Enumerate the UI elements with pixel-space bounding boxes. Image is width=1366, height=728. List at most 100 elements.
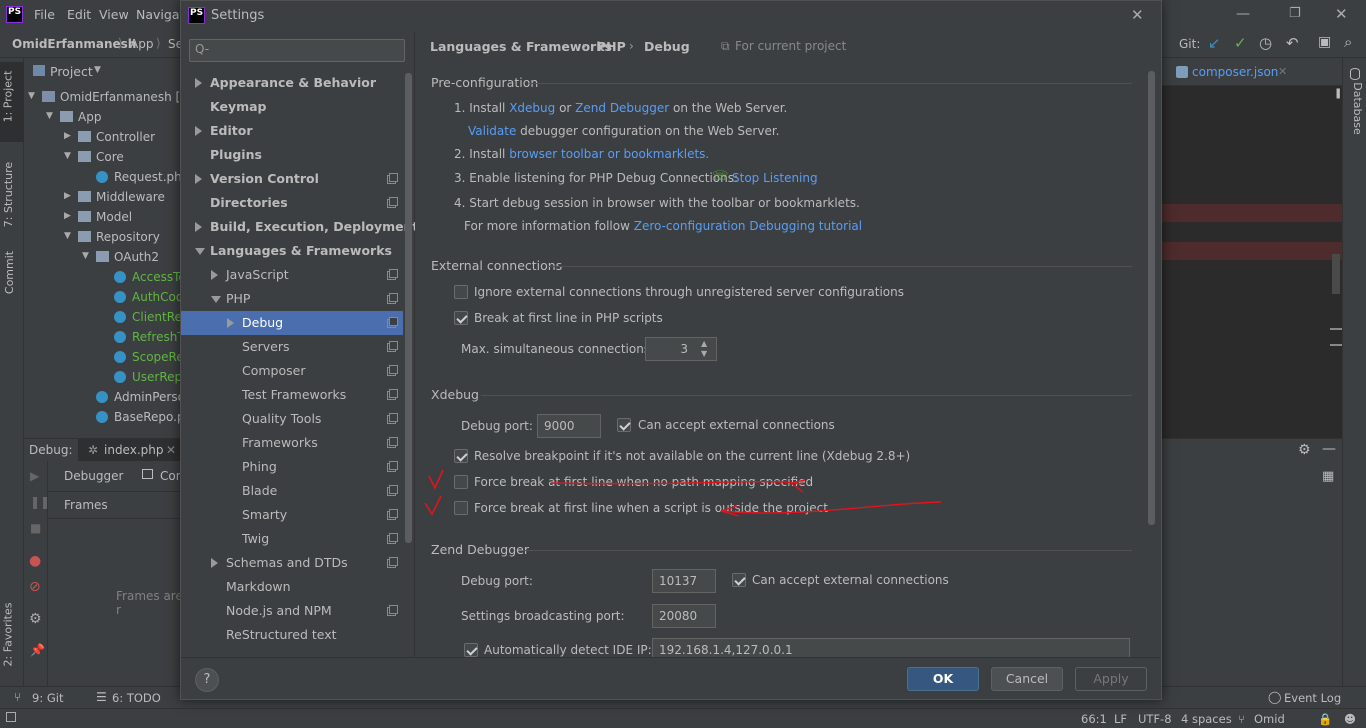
git-branch[interactable]: Omid (1254, 712, 1285, 726)
editor-tab-composer[interactable]: composer.json (1192, 65, 1278, 79)
stop-listening-link[interactable]: Stop Listening (732, 171, 818, 185)
nav-item-plugins[interactable]: Plugins (181, 143, 403, 167)
vcs-update-icon[interactable]: ↙ (1208, 34, 1221, 52)
project-tool-title[interactable]: Project (50, 64, 93, 79)
nav-item-frameworks[interactable]: Frameworks (181, 431, 403, 455)
menu-file[interactable]: File (34, 7, 55, 22)
listening-phone-icon[interactable]: ☏ (712, 169, 728, 184)
tool-todo[interactable]: 6: TODO (112, 691, 161, 705)
chevron-right-icon[interactable] (211, 558, 218, 568)
nav-item-twig[interactable]: Twig (181, 527, 403, 551)
apply-button[interactable]: Apply (1075, 667, 1147, 691)
stripe-database-label[interactable]: Database (1351, 82, 1364, 135)
dialog-close-icon[interactable]: ✕ (1131, 6, 1144, 24)
auto-detect-ip-checkbox[interactable] (464, 643, 478, 657)
stripe-structure-label[interactable]: 7: Structure (2, 162, 15, 227)
break-first-line-checkbox[interactable] (454, 311, 468, 325)
file-encoding[interactable]: UTF-8 (1138, 712, 1172, 726)
chevron-right-icon[interactable] (195, 222, 202, 232)
vcs-rollback-icon[interactable]: ↶ (1286, 34, 1299, 52)
memory-icon[interactable]: ☻ (1344, 712, 1356, 726)
tool-git[interactable]: 9: Git (32, 691, 63, 705)
breadcrumb-app[interactable]: App (130, 37, 153, 51)
debug-session-tab[interactable]: ✲ index.php ✕ (78, 439, 184, 461)
chevron-right-icon[interactable] (195, 174, 202, 184)
chevron-down-icon[interactable]: ▼ (94, 65, 101, 75)
breadcrumb-php[interactable]: PHP (597, 39, 626, 54)
chevron-right-icon[interactable] (211, 270, 218, 280)
chevron-right-icon[interactable]: ▶ (64, 191, 71, 201)
minimize-icon[interactable]: — (1236, 6, 1250, 22)
nav-item-version-control[interactable]: Version Control (181, 167, 403, 191)
spinner-arrows-icon[interactable]: ▲ ▼ (701, 339, 707, 359)
indent-setting[interactable]: 4 spaces (1181, 712, 1232, 726)
search-everywhere-icon[interactable]: ⌕ (1344, 33, 1352, 51)
ok-button[interactable]: OK (907, 667, 979, 691)
chevron-right-icon[interactable] (195, 126, 202, 136)
layout-icon[interactable]: ▦ (1322, 469, 1334, 484)
chevron-down-icon[interactable] (211, 296, 221, 303)
nav-item-composer[interactable]: Composer (181, 359, 403, 383)
nav-item-restructured-text[interactable]: ReStructured text (181, 623, 403, 647)
validate-link[interactable]: Validate (468, 124, 516, 138)
browser-toolbar-link[interactable]: browser toolbar or bookmarklets. (509, 147, 709, 161)
nav-item-markdown[interactable]: Markdown (181, 575, 403, 599)
menu-view[interactable]: View (99, 7, 129, 22)
nav-item-build-execution-deployment[interactable]: Build, Execution, Deployment (181, 215, 415, 239)
mute-breakpoints-icon[interactable]: ⊘ (29, 579, 41, 595)
chevron-down-icon[interactable]: ▼ (82, 251, 89, 261)
view-breakpoints-icon[interactable]: ● (29, 553, 41, 569)
nav-item-php[interactable]: PHP (181, 287, 403, 311)
nav-item-appearance-behavior[interactable]: Appearance & Behavior (181, 71, 403, 95)
chevron-right-icon[interactable]: ▶ (64, 211, 71, 221)
vcs-history-icon[interactable]: ◷ (1259, 34, 1272, 52)
menu-edit[interactable]: Edit (67, 7, 91, 22)
nav-item-phing[interactable]: Phing (181, 455, 403, 479)
stop-icon[interactable]: ■ (30, 521, 41, 535)
stripe-project-label[interactable]: 1: Project (1, 71, 14, 123)
nav-item-node-js-and-npm[interactable]: Node.js and NPM (181, 599, 403, 623)
chevron-down-icon[interactable]: ▼ (64, 231, 71, 241)
nav-item-editor[interactable]: Editor (181, 119, 403, 143)
vcs-commit-icon[interactable]: ✓ (1234, 34, 1247, 52)
nav-item-directories[interactable]: Directories (181, 191, 403, 215)
chevron-down-icon[interactable]: ▼ (28, 91, 35, 101)
chevron-right-icon[interactable] (227, 318, 234, 328)
layout-icon[interactable]: ▣ (1318, 34, 1331, 50)
zend-port-input[interactable]: 10137 (652, 569, 716, 593)
restore-icon[interactable]: ❐ (1289, 6, 1301, 21)
line-separator[interactable]: LF (1114, 712, 1127, 726)
tool-windows-icon[interactable] (6, 712, 16, 722)
ignore-unregistered-checkbox[interactable] (454, 285, 468, 299)
settings-icon[interactable]: ⚙ (1298, 442, 1311, 458)
xdebug-port-input[interactable]: 9000 (537, 414, 601, 438)
caret-position[interactable]: 66:1 (1081, 712, 1107, 726)
lock-icon[interactable]: 🔒 (1318, 712, 1332, 726)
nav-item-schemas-and-dtds[interactable]: Schemas and DTDs (181, 551, 403, 575)
nav-item-languages-frameworks[interactable]: Languages & Frameworks (181, 239, 403, 263)
nav-item-javascript[interactable]: JavaScript (181, 263, 403, 287)
tutorial-link[interactable]: Zero-configuration Debugging tutorial (634, 219, 862, 233)
settings-search-input[interactable]: Q- (189, 39, 405, 62)
settings-tree[interactable]: Appearance & Behavior Keymap Editor Plugins… (181, 71, 415, 657)
pin-icon[interactable]: 📌 (30, 643, 45, 657)
settings-scrollbar[interactable] (1148, 71, 1155, 525)
nav-item-blade[interactable]: Blade (181, 479, 403, 503)
nav-item-quality-tools[interactable]: Quality Tools (181, 407, 403, 431)
xdebug-link[interactable]: Xdebug (509, 101, 555, 115)
ide-ip-input[interactable]: 192.168.1.4,127.0.0.1 (652, 638, 1130, 657)
nav-item-test-frameworks[interactable]: Test Frameworks (181, 383, 403, 407)
nav-item-debug[interactable]: Debug (181, 311, 403, 335)
hide-icon[interactable]: — (1322, 441, 1336, 457)
nav-item-keymap[interactable]: Keymap (181, 95, 403, 119)
chevron-down-icon[interactable] (195, 248, 205, 255)
max-connections-spinner[interactable]: 3 ▲ ▼ (645, 337, 717, 361)
help-button[interactable]: ? (195, 668, 219, 692)
chevron-right-icon[interactable]: ▶ (64, 131, 71, 141)
chevron-right-icon[interactable] (195, 78, 202, 88)
project-tree[interactable]: ▼ OmidErfanmanesh [Pe ▼ App ▶ Controller ▼ Core… (24, 86, 184, 438)
window-close-icon[interactable]: ✕ (1335, 5, 1348, 23)
editor-scrollbar[interactable] (1332, 254, 1340, 294)
nav-item-servers[interactable]: Servers (181, 335, 403, 359)
nav-scrollbar[interactable] (405, 73, 412, 543)
